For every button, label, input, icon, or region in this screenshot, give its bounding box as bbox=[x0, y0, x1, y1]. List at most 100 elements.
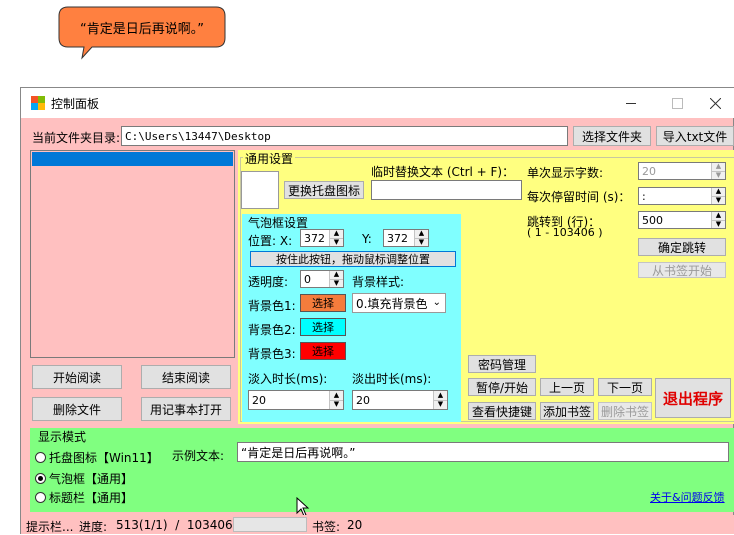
bg-color-3-swatch[interactable]: 选择 bbox=[300, 342, 346, 360]
jump-to-value: 500 bbox=[642, 213, 663, 227]
temp-replace-label: 临时替换文本 (Ctrl + F)： bbox=[371, 165, 515, 179]
position-y-label: Y: bbox=[362, 232, 372, 246]
change-tray-icon-button[interactable]: 更换托盘图标 bbox=[284, 181, 364, 199]
radio-icon bbox=[35, 452, 46, 463]
app-icon bbox=[31, 96, 45, 110]
start-reading-button[interactable]: 开始阅读 bbox=[32, 365, 122, 389]
choose-folder-button[interactable]: 选择文件夹 bbox=[573, 126, 651, 146]
spin-up-icon[interactable]: ▲ bbox=[712, 188, 725, 196]
general-settings-title: 通用设置 bbox=[243, 150, 296, 167]
spin-down-icon[interactable]: ▼ bbox=[434, 399, 447, 409]
bg-color-1-swatch[interactable]: 选择 bbox=[300, 294, 346, 312]
spin-down-icon[interactable]: ▼ bbox=[330, 237, 343, 246]
stay-time-value: : bbox=[642, 189, 646, 203]
position-x-spinner[interactable]: 372 ▲ ▼ bbox=[300, 229, 344, 247]
file-list[interactable] bbox=[30, 150, 235, 358]
sample-text-field[interactable]: “肯定是日后再说啊。” bbox=[237, 442, 729, 462]
speech-bubble-text: “肯定是日后再说啊。” bbox=[80, 21, 204, 37]
status-hint: 提示栏... bbox=[26, 520, 74, 534]
opacity-spinner[interactable]: 0 ▲ ▼ bbox=[300, 270, 344, 288]
fade-out-label: 淡出时长(ms): bbox=[352, 372, 432, 386]
progress-value: 513(1/1) / 103406 bbox=[116, 518, 233, 532]
feedback-link[interactable]: 关于&问题反馈 bbox=[650, 489, 725, 505]
stay-time-spinner[interactable]: : ▲ ▼ bbox=[638, 187, 726, 205]
window-title: 控制面板 bbox=[51, 97, 100, 111]
drag-position-button[interactable]: 按住此按钮，拖动鼠标调整位置 bbox=[250, 251, 456, 267]
opacity-value: 0 bbox=[304, 272, 311, 286]
minimize-icon bbox=[626, 102, 636, 104]
spin-up-icon[interactable]: ▲ bbox=[415, 230, 428, 238]
spin-up-icon[interactable]: ▲ bbox=[330, 391, 343, 400]
password-manage-button[interactable]: 密码管理 bbox=[468, 355, 536, 373]
spin-down-icon[interactable]: ▼ bbox=[415, 237, 428, 246]
delete-file-button[interactable]: 删除文件 bbox=[32, 397, 122, 421]
minimize-button[interactable] bbox=[611, 88, 651, 118]
close-icon bbox=[710, 97, 721, 109]
delete-bookmark-button[interactable]: 删除书签 bbox=[598, 402, 652, 420]
spin-down-icon[interactable]: ▼ bbox=[712, 219, 725, 228]
close-button[interactable] bbox=[697, 88, 734, 118]
fade-out-value: 20 bbox=[356, 393, 370, 407]
spin-up-icon[interactable]: ▲ bbox=[712, 212, 725, 220]
mode-tray-icon-radio[interactable]: 托盘图标【Win11】 bbox=[35, 449, 159, 466]
bookmark-value: 20 bbox=[347, 518, 363, 532]
fade-out-spinner[interactable]: 20 ▲ ▼ bbox=[352, 390, 448, 410]
mode-bubble-label: 气泡框【通用】 bbox=[49, 472, 134, 486]
bg-color-2-swatch[interactable]: 选择 bbox=[300, 318, 346, 336]
progress-label: 进度: bbox=[79, 520, 108, 534]
mode-bubble-radio[interactable]: 气泡框【通用】 bbox=[35, 470, 133, 487]
exit-program-button[interactable]: 退出程序 bbox=[655, 378, 731, 418]
radio-selected-icon bbox=[35, 473, 46, 484]
sample-text-label: 示例文本: bbox=[172, 449, 225, 463]
view-shortcuts-button[interactable]: 查看快捷键 bbox=[468, 402, 536, 420]
add-bookmark-button[interactable]: 添加书签 bbox=[540, 402, 594, 420]
temp-replace-field[interactable] bbox=[371, 180, 522, 200]
folder-label: 当前文件夹目录: bbox=[32, 131, 121, 145]
fade-in-spinner[interactable]: 20 ▲ ▼ bbox=[248, 390, 344, 410]
folder-path-field[interactable]: C:\Users\13447\Desktop bbox=[121, 126, 568, 146]
bg-color-1-label: 背景色1: bbox=[248, 299, 296, 313]
bg-color-3-label: 背景色3: bbox=[248, 347, 296, 361]
tray-icon-preview bbox=[241, 171, 279, 209]
open-notepad-button[interactable]: 用记事本打开 bbox=[141, 397, 231, 421]
start-from-bookmark-button[interactable]: 从书签开始 bbox=[638, 262, 726, 278]
spin-down-icon[interactable]: ▼ bbox=[330, 399, 343, 409]
maximize-button[interactable] bbox=[657, 88, 697, 118]
bg-style-value: 0.填充背景色 bbox=[356, 296, 428, 311]
chars-per-display-value: 20 bbox=[642, 164, 656, 178]
fade-in-value: 20 bbox=[252, 393, 266, 407]
stay-time-label: 每次停留时间 (s)： bbox=[527, 190, 631, 204]
spin-down-icon[interactable]: ▼ bbox=[712, 195, 725, 204]
confirm-jump-button[interactable]: 确定跳转 bbox=[638, 238, 726, 256]
end-reading-button[interactable]: 结束阅读 bbox=[141, 365, 231, 389]
progress-bar bbox=[233, 517, 307, 532]
position-y-spinner[interactable]: 372 ▲ ▼ bbox=[383, 229, 429, 247]
spin-down-icon[interactable]: ▼ bbox=[712, 170, 725, 179]
import-txt-button[interactable]: 导入txt文件 bbox=[656, 126, 734, 146]
pause-start-button[interactable]: 暂停/开始 bbox=[468, 378, 536, 396]
mode-tray-icon-label: 托盘图标【Win11】 bbox=[49, 451, 159, 465]
mode-titlebar-radio[interactable]: 标题栏【通用】 bbox=[35, 489, 133, 506]
speech-bubble: “肯定是日后再说啊。” bbox=[58, 6, 226, 60]
fade-in-label: 淡入时长(ms): bbox=[248, 372, 328, 386]
prev-page-button[interactable]: 上一页 bbox=[540, 378, 594, 396]
opacity-label: 透明度: bbox=[248, 275, 289, 289]
bg-color-2-label: 背景色2: bbox=[248, 323, 296, 337]
bookmark-label: 书签: bbox=[312, 520, 341, 534]
maximize-icon bbox=[671, 97, 683, 109]
next-page-button[interactable]: 下一页 bbox=[598, 378, 652, 396]
spin-down-icon[interactable]: ▼ bbox=[330, 278, 343, 287]
spin-up-icon[interactable]: ▲ bbox=[434, 391, 447, 400]
spin-up-icon[interactable]: ▲ bbox=[712, 163, 725, 171]
position-y-value: 372 bbox=[387, 231, 408, 245]
chevron-down-icon: ⌄ bbox=[432, 297, 441, 308]
jump-to-spinner[interactable]: 500 ▲ ▼ bbox=[638, 211, 726, 229]
position-x-label: 位置: X: bbox=[248, 234, 293, 248]
spin-up-icon[interactable]: ▲ bbox=[330, 230, 343, 238]
bg-style-label: 背景样式: bbox=[352, 275, 405, 289]
file-list-selected-item[interactable] bbox=[32, 152, 233, 166]
bg-style-select[interactable]: 0.填充背景色 ⌄ bbox=[352, 293, 446, 313]
spin-up-icon[interactable]: ▲ bbox=[330, 271, 343, 279]
chars-per-display-spinner[interactable]: 20 ▲ ▼ bbox=[638, 162, 726, 180]
bubble-settings-title: 气泡框设置 bbox=[248, 216, 309, 230]
